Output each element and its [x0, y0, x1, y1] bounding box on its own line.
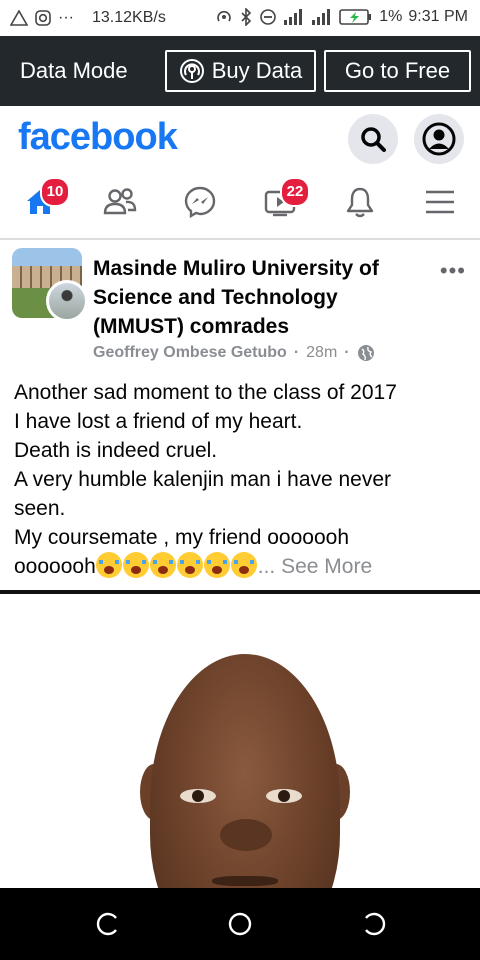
post-line: ooooooh [14, 555, 96, 578]
group-name-link[interactable]: Masinde Muliro University of Science and… [93, 254, 423, 341]
app-header: facebook [0, 106, 480, 170]
instagram-icon [35, 10, 51, 26]
menu-icon [426, 190, 454, 214]
photo-eye-right [266, 789, 302, 803]
status-icons-right: 1% 9:31 PM [215, 8, 468, 26]
photo-nose [220, 819, 272, 851]
loudly-crying-face-icon [95, 552, 122, 578]
post-meta: Geoffrey Ombese Getubo · 28m · [93, 344, 375, 362]
go-to-free-button[interactable]: Go to Free [324, 50, 471, 92]
home-button-icon[interactable] [226, 910, 254, 938]
signal-4g-icon [312, 9, 331, 25]
meta-separator: · [344, 344, 350, 361]
see-more-link[interactable]: ... See More [258, 555, 372, 578]
clock: 9:31 PM [408, 8, 468, 25]
hotspot-icon [217, 10, 232, 22]
post-line: A very humble kalenjin man i have never [14, 468, 392, 491]
bell-icon [346, 187, 374, 218]
back-icon[interactable] [360, 910, 388, 938]
signal-icon [284, 9, 303, 25]
post-line: I have lost a friend of my heart. [14, 410, 303, 433]
recent-apps-icon[interactable] [94, 910, 122, 938]
search-button[interactable] [348, 114, 398, 164]
broadcast-icon [179, 59, 204, 83]
messenger-icon [184, 186, 216, 219]
data-mode-bar: Data Mode Buy Data Go to Free [0, 36, 480, 106]
post-photo[interactable] [0, 594, 480, 888]
loudly-crying-face-icon [122, 552, 149, 578]
post-time[interactable]: 28m [306, 344, 337, 362]
more-notifications-icon: ··· [58, 9, 74, 26]
buy-data-button[interactable]: Buy Data [165, 50, 316, 92]
photo-mouth [212, 876, 278, 886]
search-icon [361, 127, 386, 152]
post-line: Death is indeed cruel. [14, 439, 218, 462]
system-nav-bar [0, 888, 480, 960]
status-bar: ··· 13.12KB/s 1% 9:31 PM [0, 0, 480, 36]
loudly-crying-face-icon [203, 552, 230, 578]
tab-menu[interactable] [418, 180, 462, 224]
friends-icon [103, 188, 137, 215]
meta-separator: · [293, 344, 300, 361]
status-icons-left: ··· [0, 9, 74, 27]
battery-level: 1% [379, 8, 403, 25]
tab-notifications[interactable] [338, 180, 382, 224]
loudly-crying-face-icon [176, 552, 203, 578]
photo-eye-left [180, 789, 216, 803]
facebook-logo[interactable]: facebook [18, 116, 178, 159]
data-mode-label: Data Mode [20, 58, 128, 83]
post-line-last: ooooooh ... See More [14, 552, 469, 581]
author-name-link[interactable]: Geoffrey Ombese Getubo [93, 344, 287, 362]
tab-watch[interactable]: 22 [258, 177, 310, 224]
tab-friends[interactable] [98, 180, 142, 224]
group-avatar[interactable] [12, 248, 88, 324]
watch-badge: 22 [280, 177, 310, 207]
home-badge: 10 [40, 177, 70, 207]
post-body: Another sad moment to the class of 2017 … [14, 378, 469, 581]
profile-button[interactable] [414, 114, 464, 164]
post-line: Another sad moment to the class of 2017 [14, 381, 397, 404]
tab-home[interactable]: 10 [18, 177, 70, 224]
bluetooth-icon [241, 8, 252, 26]
post-line: seen. [14, 497, 66, 520]
go-to-free-label: Go to Free [344, 58, 451, 83]
author-avatar[interactable] [46, 280, 88, 322]
buy-data-label: Buy Data [211, 58, 303, 83]
network-speed: 13.12KB/s [92, 9, 166, 26]
post-line: My coursemate , my friend ooooooh [14, 526, 349, 549]
globe-icon [357, 345, 374, 361]
battery-charging-icon [339, 9, 372, 25]
tab-bar: 10 22 [0, 170, 480, 240]
photo-person [150, 654, 340, 888]
profile-icon [422, 122, 456, 156]
post-options-button[interactable]: ••• [440, 258, 466, 284]
do-not-disturb-icon [260, 9, 277, 25]
tab-messenger[interactable] [178, 180, 222, 224]
loudly-crying-face-icon [230, 552, 257, 578]
warning-icon [10, 10, 28, 26]
loudly-crying-face-icon [149, 552, 176, 578]
